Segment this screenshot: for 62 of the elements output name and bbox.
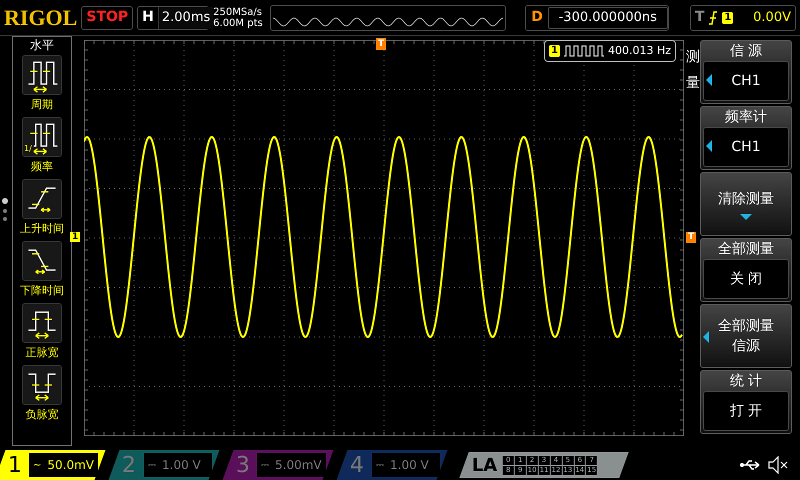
vertical-scale: 50.0mV bbox=[47, 457, 94, 474]
menu-softkey[interactable]: 清除测量 bbox=[700, 172, 792, 236]
coupling-indicator: ⎓ bbox=[261, 458, 270, 472]
channel-tab[interactable]: 4 ⎓ 1.00 V bbox=[336, 450, 448, 480]
softkey-title: 全部测量 bbox=[718, 240, 774, 259]
menu-softkey[interactable]: 全部测量 信源 bbox=[700, 304, 792, 368]
left-triangle-icon bbox=[706, 74, 712, 86]
coupling-indicator: ⎓ bbox=[148, 458, 156, 472]
softkey-title: 信 源 bbox=[730, 42, 762, 61]
frequency-value: 400.013 Hz bbox=[608, 42, 671, 59]
menu-softkey[interactable]: 信 源 CH1 bbox=[700, 40, 792, 104]
vertical-scale: 1.00 V bbox=[390, 457, 429, 474]
timebase-value: 2.00ms bbox=[158, 6, 214, 28]
delay-value: -300.000000ns bbox=[548, 6, 668, 28]
trigger-position-marker: T bbox=[376, 38, 386, 50]
square-wave-icon bbox=[564, 45, 604, 57]
logic-analyzer-label: LA bbox=[472, 454, 498, 478]
speaker-muted-icon bbox=[768, 456, 788, 474]
fraction-label: 1/ bbox=[24, 145, 32, 153]
channel-tab[interactable]: 2 ⎓ 1.00 V bbox=[108, 450, 220, 480]
horizontal-label: H bbox=[141, 8, 155, 27]
sample-rate: 250MSa/s bbox=[213, 6, 263, 18]
softkey-value: CH1 bbox=[731, 72, 761, 90]
softkey-value: CH1 bbox=[731, 138, 761, 156]
coupling-indicator: ⎓ bbox=[376, 458, 384, 472]
delay-label: D bbox=[530, 8, 544, 27]
softkey-value: 打 开 bbox=[730, 402, 762, 420]
memory-depth: 6.00M pts bbox=[213, 18, 264, 28]
softkey-label: 清除测量 bbox=[718, 190, 774, 208]
softkey-value: 关 闭 bbox=[730, 270, 762, 288]
trigger-source: 1 bbox=[722, 12, 734, 24]
channel-tab[interactable]: 1 ~ 50.0mV bbox=[0, 450, 106, 480]
brand-logo: RIGOL bbox=[4, 4, 78, 32]
trigger-label: T bbox=[694, 8, 704, 27]
softkey-title: 频率计 bbox=[725, 108, 767, 127]
usb-icon bbox=[740, 459, 762, 471]
softkey-label: 信源 bbox=[732, 337, 760, 356]
coupling-indicator: ~ bbox=[32, 458, 42, 472]
menu-title: 水平 bbox=[30, 37, 54, 53]
menu-softkey[interactable]: 全部测量 关 闭 bbox=[700, 238, 792, 302]
down-triangle-icon bbox=[740, 214, 752, 220]
left-triangle-icon bbox=[703, 331, 709, 343]
channel-number: 3 bbox=[236, 452, 251, 480]
channel-marker: 1 bbox=[70, 232, 80, 242]
vertical-scale: 1.00 V bbox=[162, 457, 201, 474]
menu-title: 测量 bbox=[686, 48, 700, 93]
page-indicator-icon bbox=[1, 197, 9, 223]
vertical-scale: 5.00mV bbox=[275, 457, 322, 474]
channel-tab[interactable]: 3 ⎓ 5.00mV bbox=[222, 450, 334, 480]
measurement-channel: 1 bbox=[549, 45, 560, 57]
channel-number: 4 bbox=[350, 452, 365, 480]
trigger-level-marker: T bbox=[686, 232, 696, 243]
channel-number: 2 bbox=[122, 452, 137, 480]
rising-edge-icon bbox=[708, 10, 718, 24]
run-state-indicator[interactable]: STOP bbox=[81, 6, 134, 30]
softkey-title: 统 计 bbox=[730, 372, 762, 391]
softkey-label: 全部测量 bbox=[718, 317, 774, 336]
left-triangle-icon bbox=[706, 140, 712, 152]
menu-softkey[interactable]: 频率计 CH1 bbox=[700, 106, 792, 170]
channel-number: 1 bbox=[8, 452, 23, 480]
trigger-level: 0.00V bbox=[753, 8, 791, 27]
menu-softkey[interactable]: 统 计 打 开 bbox=[700, 370, 792, 434]
